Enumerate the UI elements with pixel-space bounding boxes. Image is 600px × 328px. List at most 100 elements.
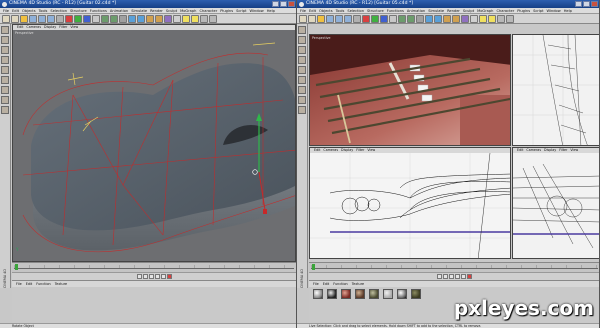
- maximize-button[interactable]: [583, 1, 590, 7]
- prev-key-button[interactable]: [142, 274, 148, 279]
- texture-mode-icon[interactable]: [1, 46, 9, 54]
- z-axis-handle[interactable]: [263, 209, 267, 214]
- layout-icon[interactable]: [497, 15, 505, 23]
- mat-menu-function[interactable]: Function: [36, 281, 50, 287]
- right-top-viewport[interactable]: Edit Cameras Display Filter View: [309, 147, 511, 259]
- vp-menu-view[interactable]: View: [570, 148, 578, 153]
- texture-mode-icon[interactable]: [298, 46, 306, 54]
- live-selection-icon[interactable]: [20, 15, 28, 23]
- polygons-mode-icon[interactable]: [298, 86, 306, 94]
- left-time-slider[interactable]: [15, 264, 18, 270]
- points-mode-icon[interactable]: [298, 66, 306, 74]
- menu-sculpt[interactable]: Sculpt: [463, 8, 474, 13]
- help-icon[interactable]: [506, 15, 514, 23]
- maximize-button[interactable]: [280, 1, 287, 7]
- menu-simulate[interactable]: Simulate: [131, 8, 147, 13]
- mat-menu-file[interactable]: File: [313, 281, 319, 287]
- camera-icon[interactable]: [479, 15, 487, 23]
- spline-pen-icon[interactable]: [434, 15, 442, 23]
- menu-file[interactable]: File: [3, 8, 9, 13]
- coordinate-system-icon[interactable]: [389, 15, 397, 23]
- z-axis-icon[interactable]: [380, 15, 388, 23]
- vp-menu-view[interactable]: View: [70, 25, 78, 30]
- vp-menu-filter[interactable]: Filter: [356, 148, 364, 153]
- workplane-icon[interactable]: [298, 106, 306, 114]
- menu-animation[interactable]: Animation: [110, 8, 128, 13]
- vp-menu-edit[interactable]: Edit: [517, 148, 523, 153]
- move-icon[interactable]: [326, 15, 334, 23]
- menu-tools[interactable]: Tools: [39, 8, 48, 13]
- material-swatch-string[interactable]: [369, 289, 379, 299]
- minimize-button[interactable]: [575, 1, 582, 7]
- go-start-button[interactable]: [437, 274, 442, 279]
- render-view-icon[interactable]: [398, 15, 406, 23]
- menu-help[interactable]: Help: [267, 8, 275, 13]
- menu-selection[interactable]: Selection: [347, 8, 364, 13]
- left-timeline[interactable]: [12, 262, 296, 272]
- menu-character[interactable]: Character: [199, 8, 217, 13]
- vp-menu-cameras[interactable]: Cameras: [323, 148, 338, 153]
- material-swatch-black[interactable]: [327, 289, 337, 299]
- menu-objects[interactable]: Objects: [22, 8, 36, 13]
- right-time-slider[interactable]: [312, 264, 315, 270]
- material-swatch-ivory[interactable]: [383, 289, 393, 299]
- z-axis-icon[interactable]: [83, 15, 91, 23]
- menu-animation[interactable]: Animation: [407, 8, 425, 13]
- spline-pen-icon[interactable]: [137, 15, 145, 23]
- minimize-button[interactable]: [272, 1, 279, 7]
- record-button[interactable]: [467, 274, 472, 279]
- mat-menu-texture[interactable]: Texture: [55, 281, 67, 287]
- redo-icon[interactable]: [308, 15, 316, 23]
- vp-menu-display[interactable]: Display: [341, 148, 353, 153]
- light-icon[interactable]: [488, 15, 496, 23]
- close-button[interactable]: [591, 1, 598, 7]
- scale-icon[interactable]: [335, 15, 343, 23]
- cube-icon[interactable]: [128, 15, 136, 23]
- menu-plugins[interactable]: Plugins: [517, 8, 530, 13]
- mat-menu-file[interactable]: File: [16, 281, 22, 287]
- edges-mode-icon[interactable]: [298, 76, 306, 84]
- material-swatch-olive[interactable]: [411, 289, 421, 299]
- menu-window[interactable]: Window: [250, 8, 264, 13]
- right-front-viewport[interactable]: [512, 34, 599, 146]
- vp-menu-cameras[interactable]: Cameras: [526, 148, 541, 153]
- next-key-button[interactable]: [455, 274, 460, 279]
- go-end-button[interactable]: [461, 274, 466, 279]
- go-start-button[interactable]: [136, 274, 142, 279]
- vp-menu-cameras[interactable]: Cameras: [26, 25, 41, 30]
- play-button[interactable]: [148, 274, 154, 279]
- polygons-mode-icon[interactable]: [1, 86, 9, 94]
- bend-deformer-icon[interactable]: [461, 15, 469, 23]
- layout-icon[interactable]: [200, 15, 208, 23]
- vp-menu-edit[interactable]: Edit: [314, 148, 320, 153]
- prev-key-button[interactable]: [443, 274, 448, 279]
- left-perspective-viewport[interactable]: Edit Cameras Display Filter View Perspec…: [12, 24, 296, 262]
- menu-simulate[interactable]: Simulate: [428, 8, 444, 13]
- menu-edit[interactable]: Edit: [309, 8, 316, 13]
- vp-menu-display[interactable]: Display: [544, 148, 556, 153]
- menu-objects[interactable]: Objects: [319, 8, 333, 13]
- mat-menu-function[interactable]: Function: [333, 281, 347, 287]
- menu-file[interactable]: File: [300, 8, 306, 13]
- material-swatch-wood-red[interactable]: [341, 289, 351, 299]
- edges-mode-icon[interactable]: [1, 76, 9, 84]
- close-button[interactable]: [288, 1, 295, 7]
- x-axis-icon[interactable]: [65, 15, 73, 23]
- next-key-button[interactable]: [154, 274, 160, 279]
- right-perspective-viewport[interactable]: Perspective: [309, 34, 511, 146]
- menu-render[interactable]: Render: [447, 8, 460, 13]
- bend-deformer-icon[interactable]: [164, 15, 172, 23]
- model-mode-icon[interactable]: [1, 36, 9, 44]
- go-end-button[interactable]: [160, 274, 166, 279]
- menu-help[interactable]: Help: [564, 8, 572, 13]
- move-icon[interactable]: [29, 15, 37, 23]
- snap-icon[interactable]: [298, 96, 306, 104]
- undo-icon[interactable]: [2, 15, 10, 23]
- menu-structure[interactable]: Structure: [70, 8, 87, 13]
- camera-icon[interactable]: [182, 15, 190, 23]
- menu-plugins[interactable]: Plugins: [220, 8, 233, 13]
- undo-icon[interactable]: [299, 15, 307, 23]
- array-icon[interactable]: [155, 15, 163, 23]
- menu-structure[interactable]: Structure: [367, 8, 384, 13]
- menu-mograph[interactable]: MoGraph: [477, 8, 493, 13]
